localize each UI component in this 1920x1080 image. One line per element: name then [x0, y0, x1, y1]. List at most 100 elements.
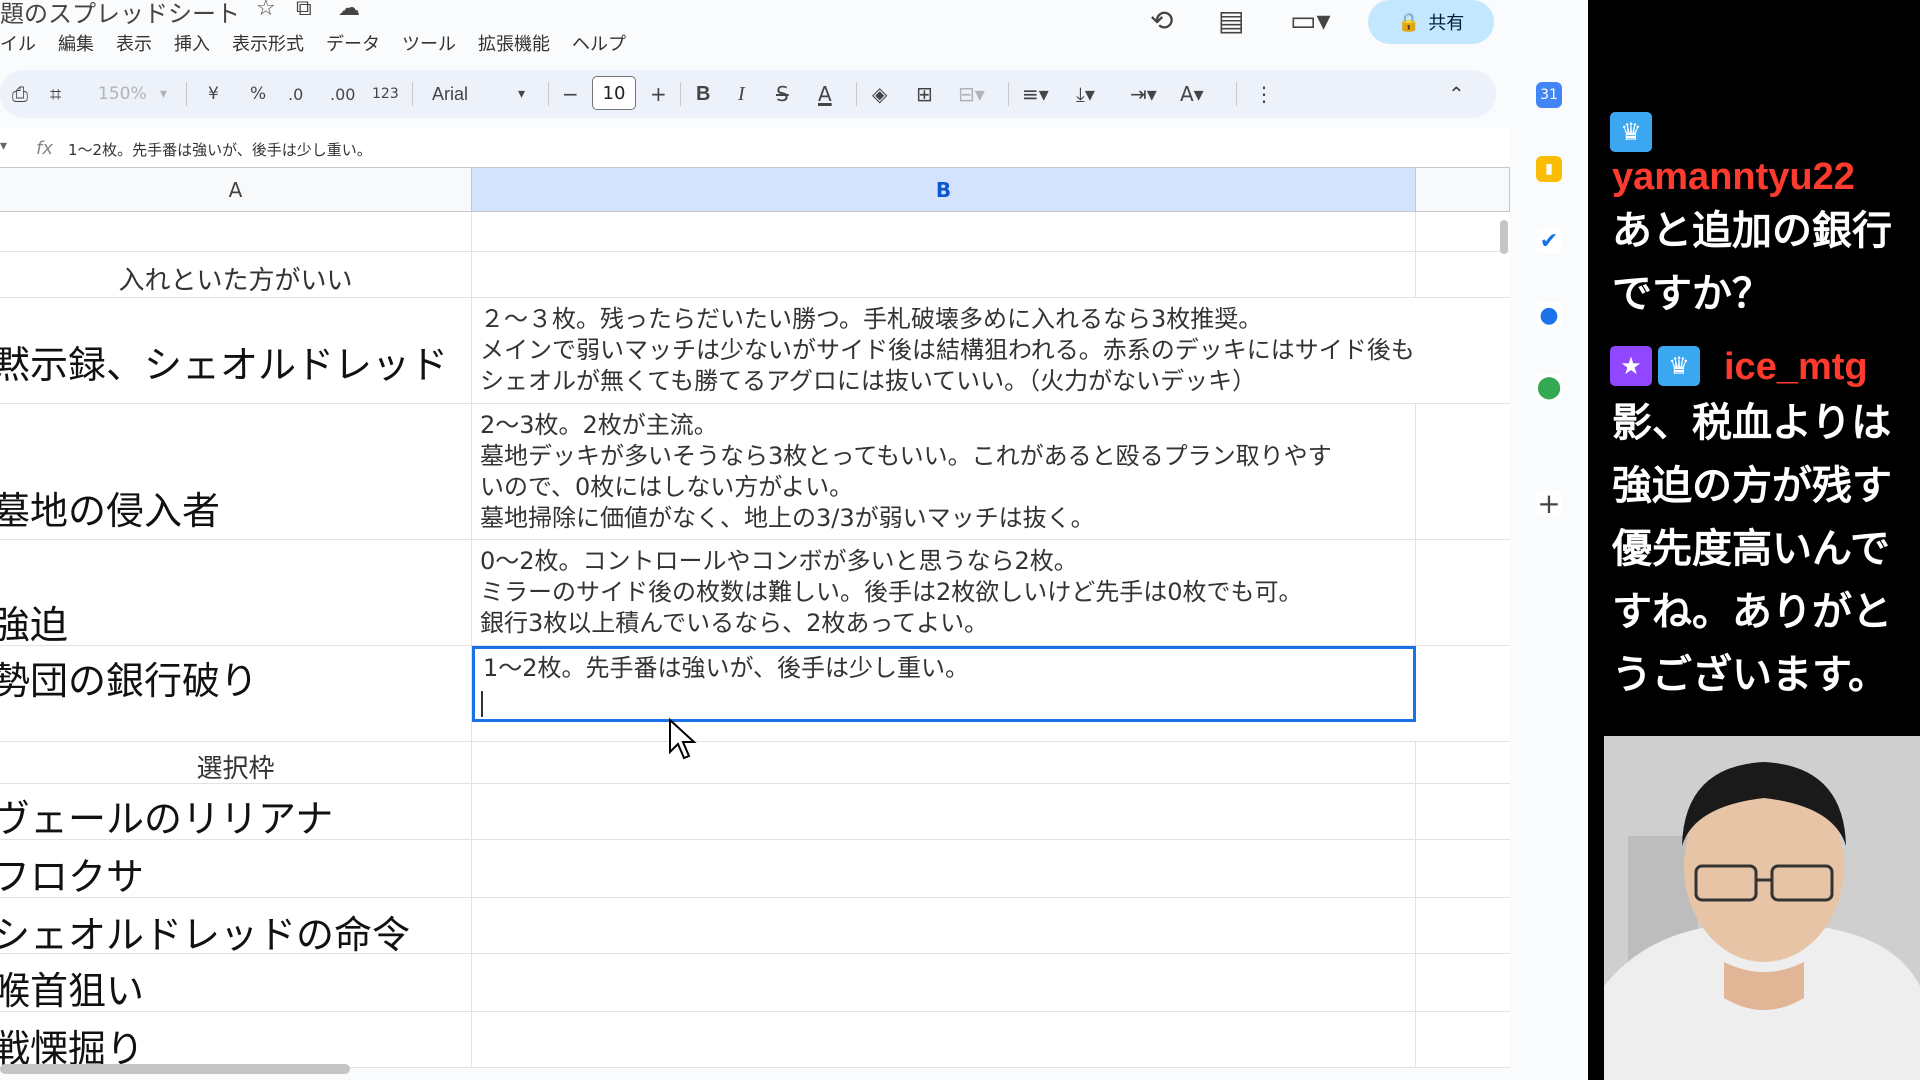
table-row: 墓地の侵入者 2〜3枚。2枚が主流。 墓地デッキが多いそうなら3枚とってもいい。…: [0, 404, 1510, 540]
bold-button[interactable]: B: [696, 80, 710, 108]
borders-icon[interactable]: ⊞: [916, 80, 933, 108]
cell-b[interactable]: [472, 742, 1416, 783]
number-format-button[interactable]: 123: [372, 80, 399, 108]
document-title[interactable]: 題のスプレッドシート: [0, 0, 240, 29]
paint-format-icon[interactable]: ⌗: [50, 80, 61, 108]
percent-format-button[interactable]: %: [250, 80, 266, 108]
version-history-icon[interactable]: ⟲: [1150, 4, 1173, 37]
cell-b[interactable]: [472, 840, 1416, 897]
cell-a[interactable]: ヴェールのリリアナ: [0, 784, 472, 839]
table-row: ヴェールのリリアナ: [0, 784, 1510, 840]
decrease-decimal-button[interactable]: .0: [288, 80, 303, 108]
cell-a-text: 入れといた方がいい: [118, 266, 353, 296]
cell-c[interactable]: [1416, 898, 1510, 953]
cell-c[interactable]: [1416, 252, 1510, 297]
cell-c[interactable]: [1416, 1012, 1510, 1067]
spreadsheet-app: 題のスプレッドシート ☆ ⧉ ☁ イル 編集 表示 挿入 表示形式 データ ツー…: [0, 0, 1588, 1080]
cell-b[interactable]: ２〜３枚。残ったらだいたい勝つ。手札破壊多めに入れるなら3枚推奨。 メインで弱い…: [472, 298, 1510, 403]
cell-a[interactable]: 黙示録、シェオルドレッド: [0, 298, 472, 403]
strikethrough-icon[interactable]: S: [776, 80, 789, 108]
move-folder-icon[interactable]: ⧉: [296, 0, 312, 21]
cell-c[interactable]: [1416, 784, 1510, 839]
column-header-b[interactable]: B: [472, 168, 1416, 212]
comments-icon[interactable]: ▤: [1218, 4, 1244, 37]
calendar-icon[interactable]: 31: [1536, 82, 1562, 108]
cell-c[interactable]: [1416, 954, 1510, 1011]
meet-video-icon[interactable]: ▭▾: [1290, 4, 1331, 37]
text-wrap-icon[interactable]: ⇥▾: [1130, 80, 1157, 108]
star-icon[interactable]: ☆: [256, 0, 276, 21]
text-color-icon[interactable]: A: [818, 80, 832, 108]
cell-c[interactable]: [1416, 840, 1510, 897]
cell-b[interactable]: [472, 1012, 1416, 1067]
cell-a[interactable]: [0, 212, 472, 251]
maps-icon[interactable]: ⬤: [1536, 374, 1562, 400]
cell-a[interactable]: 勢団の銀行破り: [0, 646, 472, 741]
column-header-a[interactable]: A: [0, 168, 472, 212]
cell-c[interactable]: [1416, 212, 1510, 251]
font-family-select[interactable]: Arial: [432, 80, 468, 108]
cell-a[interactable]: シェオルドレッドの命令: [0, 898, 472, 953]
menu-help[interactable]: ヘルプ: [572, 30, 626, 58]
formula-input[interactable]: 1〜2枚。先手番は強いが、後手は少し重い。: [68, 139, 372, 160]
cell-a[interactable]: フロクサ: [0, 840, 472, 897]
text-rotation-icon[interactable]: A▾: [1180, 80, 1204, 108]
cell-c[interactable]: [1416, 404, 1510, 539]
name-box-dropdown-icon[interactable]: ▾: [0, 138, 7, 154]
menu-view[interactable]: 表示: [116, 30, 152, 58]
cell-a[interactable]: 喉首狙い: [0, 954, 472, 1011]
horizontal-scrollbar[interactable]: [0, 1064, 350, 1074]
table-row: 選択枠: [0, 742, 1510, 784]
tasks-icon[interactable]: ✔: [1536, 228, 1562, 254]
cell-b[interactable]: [472, 954, 1416, 1011]
table-row: 喉首狙い: [0, 954, 1510, 1012]
menu-file[interactable]: イル: [0, 30, 36, 58]
menu-format[interactable]: 表示形式: [232, 30, 304, 58]
menu-extensions[interactable]: 拡張機能: [478, 30, 550, 58]
cell-b[interactable]: [472, 212, 1416, 251]
vertical-scrollbar[interactable]: [1500, 220, 1508, 254]
add-addon-icon[interactable]: +: [1536, 487, 1562, 520]
collapse-toolbar-icon[interactable]: ⌃: [1448, 80, 1465, 108]
increase-decimal-button[interactable]: .00: [330, 80, 355, 108]
menu-data[interactable]: データ: [326, 30, 380, 58]
menu-insert[interactable]: 挿入: [174, 30, 210, 58]
more-options-icon[interactable]: ⋮: [1254, 80, 1274, 108]
font-size-increase-button[interactable]: +: [650, 80, 667, 108]
cell-b[interactable]: 2〜3枚。2枚が主流。 墓地デッキが多いそうなら3枚とってもいい。これがあると殴…: [472, 404, 1416, 539]
cell-c[interactable]: [1416, 540, 1510, 645]
fill-color-icon[interactable]: ◈: [872, 80, 887, 108]
menu-tools[interactable]: ツール: [402, 30, 456, 58]
currency-format-button[interactable]: ¥: [208, 80, 219, 108]
menu-edit[interactable]: 編集: [58, 30, 94, 58]
cell-b[interactable]: [472, 784, 1416, 839]
font-size-input[interactable]: 10: [592, 76, 636, 110]
active-cell-editor[interactable]: 1〜2枚。先手番は強いが、後手は少し重い。: [472, 646, 1416, 722]
formula-bar: ▾ fx 1〜2枚。先手番は強いが、後手は少し重い。: [0, 128, 1510, 168]
zoom-select[interactable]: 150%: [98, 80, 147, 108]
cell-a[interactable]: 強迫: [0, 540, 472, 645]
cell-a-text: 戦慄掘り: [0, 1027, 145, 1067]
italic-button[interactable]: I: [738, 80, 745, 108]
contacts-icon[interactable]: ●: [1536, 302, 1562, 328]
cell-a[interactable]: 選択枠: [0, 742, 472, 783]
cell-a[interactable]: 入れといた方がいい: [0, 252, 472, 297]
cell-b[interactable]: [472, 252, 1416, 297]
cell-c[interactable]: [1416, 646, 1510, 741]
column-header-c[interactable]: [1416, 168, 1510, 212]
share-button[interactable]: 🔒 共有: [1368, 0, 1494, 44]
print-icon[interactable]: ⎙: [12, 80, 28, 108]
horizontal-align-icon[interactable]: ≡▾: [1022, 80, 1049, 108]
cell-b[interactable]: [472, 898, 1416, 953]
cell-a[interactable]: 墓地の侵入者: [0, 404, 472, 539]
chevron-down-icon: ▾: [518, 86, 526, 102]
cell-c[interactable]: [1416, 742, 1510, 783]
merge-cells-icon[interactable]: ⊟▾: [958, 80, 985, 108]
cell-b[interactable]: 0〜2枚。コントロールやコンボが多いと思うなら2枚。 ミラーのサイド後の枚数は難…: [472, 540, 1416, 645]
cell-a[interactable]: 戦慄掘り: [0, 1012, 472, 1067]
subscriber-badge-icon: ♛: [1658, 346, 1700, 386]
keep-icon[interactable]: ▮: [1536, 156, 1562, 182]
cloud-status-icon[interactable]: ☁: [338, 0, 360, 21]
font-size-decrease-button[interactable]: −: [562, 80, 579, 108]
vertical-align-icon[interactable]: ⤓▾: [1076, 80, 1095, 108]
